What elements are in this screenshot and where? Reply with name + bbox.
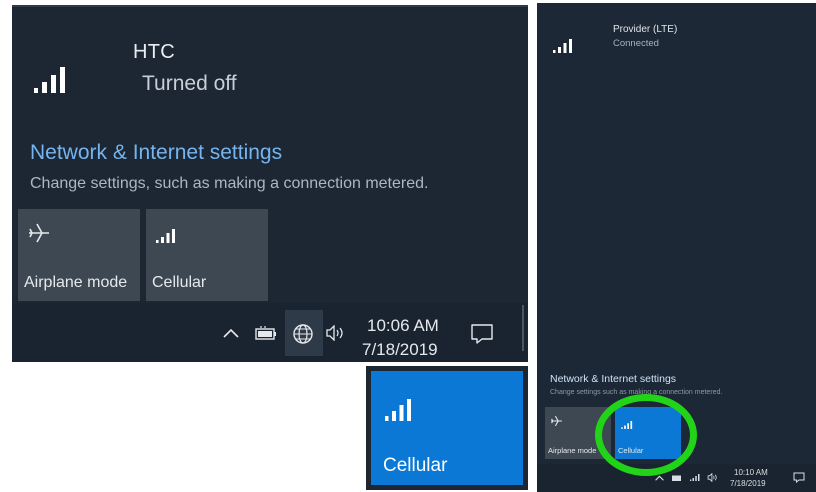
- zoomed-tile-frame: Cellular: [366, 366, 528, 490]
- network-status: Connected: [613, 38, 659, 49]
- network-settings-description: Change settings, such as making a connec…: [30, 175, 429, 192]
- cellular-signal-icon: [385, 399, 411, 421]
- action-center-icon[interactable]: [470, 323, 494, 345]
- airplane-mode-label: Airplane mode: [548, 446, 597, 455]
- cellular-signal-icon[interactable]: [690, 473, 700, 482]
- network-name[interactable]: Provider (LTE): [613, 24, 677, 35]
- airplane-icon: [29, 223, 49, 243]
- network-status: Turned off: [142, 72, 237, 95]
- airplane-icon: [551, 415, 562, 427]
- clock-date[interactable]: 7/18/2019: [362, 340, 438, 360]
- action-center-icon[interactable]: [793, 472, 805, 483]
- cellular-label: Cellular: [152, 274, 207, 291]
- highlight-circle: [595, 394, 697, 476]
- cellular-label: Cellular: [383, 455, 448, 476]
- battery-icon[interactable]: [671, 474, 683, 482]
- battery-icon[interactable]: [255, 325, 277, 341]
- cellular-tile[interactable]: Cellular: [146, 209, 268, 301]
- clock-time[interactable]: 10:06 AM: [367, 316, 439, 336]
- cellular-tile-zoomed[interactable]: Cellular: [371, 371, 523, 485]
- speaker-icon[interactable]: [325, 325, 347, 341]
- network-flyout: HTC Turned off Network & Internet settin…: [12, 5, 528, 362]
- cellular-signal-icon: [34, 67, 65, 93]
- airplane-mode-label: Airplane mode: [24, 274, 128, 291]
- clock-time[interactable]: 10:10 AM: [734, 468, 768, 477]
- flyout-top-edge: [12, 5, 528, 7]
- taskbar: 10:06 AM 7/18/2019: [12, 303, 528, 362]
- network-name[interactable]: HTC: [133, 41, 175, 64]
- network-settings-link[interactable]: Network & Internet settings: [550, 373, 676, 385]
- show-desktop-divider: [522, 305, 524, 351]
- chevron-up-icon[interactable]: [223, 328, 239, 338]
- clock-date[interactable]: 7/18/2019: [730, 479, 766, 488]
- chevron-up-icon[interactable]: [655, 475, 664, 481]
- network-settings-link[interactable]: Network & Internet settings: [30, 141, 282, 165]
- taskbar: 10:10 AM 7/18/2019: [537, 464, 816, 492]
- globe-network-icon[interactable]: [292, 323, 314, 345]
- cellular-signal-icon: [553, 39, 572, 53]
- airplane-mode-tile[interactable]: Airplane mode: [18, 209, 140, 301]
- cellular-signal-icon: [156, 229, 175, 243]
- speaker-icon[interactable]: [707, 473, 719, 482]
